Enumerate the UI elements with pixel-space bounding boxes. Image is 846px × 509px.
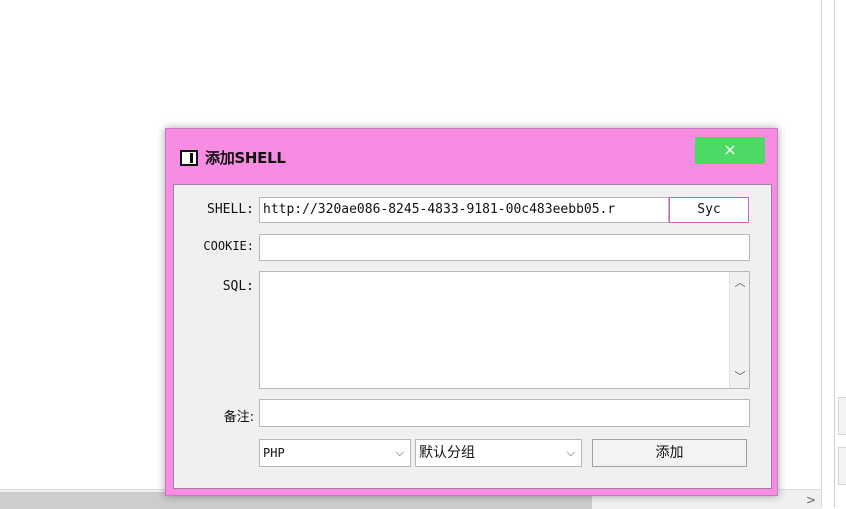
side-widget	[838, 397, 846, 435]
script-type-select[interactable]: PHP ⌵	[259, 439, 411, 467]
script-type-value: PHP	[263, 446, 285, 460]
shell-label: SHELL:	[207, 202, 254, 217]
cookie-label: COOKIE:	[203, 239, 254, 253]
close-button[interactable]: ×	[695, 137, 765, 164]
panel-divider-right	[834, 0, 835, 508]
shell-url-input[interactable]: http://320ae086-8245-4833-9181-00c483eeb…	[259, 197, 669, 223]
panel-divider	[821, 0, 822, 508]
group-select[interactable]: 默认分组 ⌵	[415, 439, 582, 467]
chevron-down-icon: ⌵	[566, 446, 575, 459]
scroll-right-icon[interactable]: >	[803, 492, 819, 508]
cookie-input[interactable]	[259, 234, 750, 261]
add-button[interactable]: 添加	[592, 439, 747, 467]
note-input[interactable]	[259, 399, 750, 427]
scroll-up-icon[interactable]: ︿	[730, 274, 750, 292]
group-value: 默认分组	[419, 445, 475, 461]
add-shell-dialog: 添加SHELL × SHELL: http://320ae086-8245-48…	[165, 128, 778, 496]
sql-textarea[interactable]: ︿ ﹀	[259, 271, 750, 389]
chevron-down-icon: ⌵	[395, 446, 404, 459]
dialog-title: 添加SHELL	[205, 149, 286, 167]
sql-vertical-scrollbar[interactable]: ︿ ﹀	[729, 272, 749, 388]
dialog-titlebar[interactable]: 添加SHELL ×	[166, 129, 777, 183]
sync-button[interactable]: Syc	[669, 197, 749, 223]
scroll-down-icon[interactable]: ﹀	[730, 368, 750, 386]
dialog-body: SHELL: http://320ae086-8245-4833-9181-00…	[173, 184, 772, 489]
window-icon	[180, 150, 198, 166]
note-label: 备注:	[223, 410, 254, 425]
side-widget	[838, 447, 846, 485]
sql-label: SQL:	[222, 279, 254, 294]
